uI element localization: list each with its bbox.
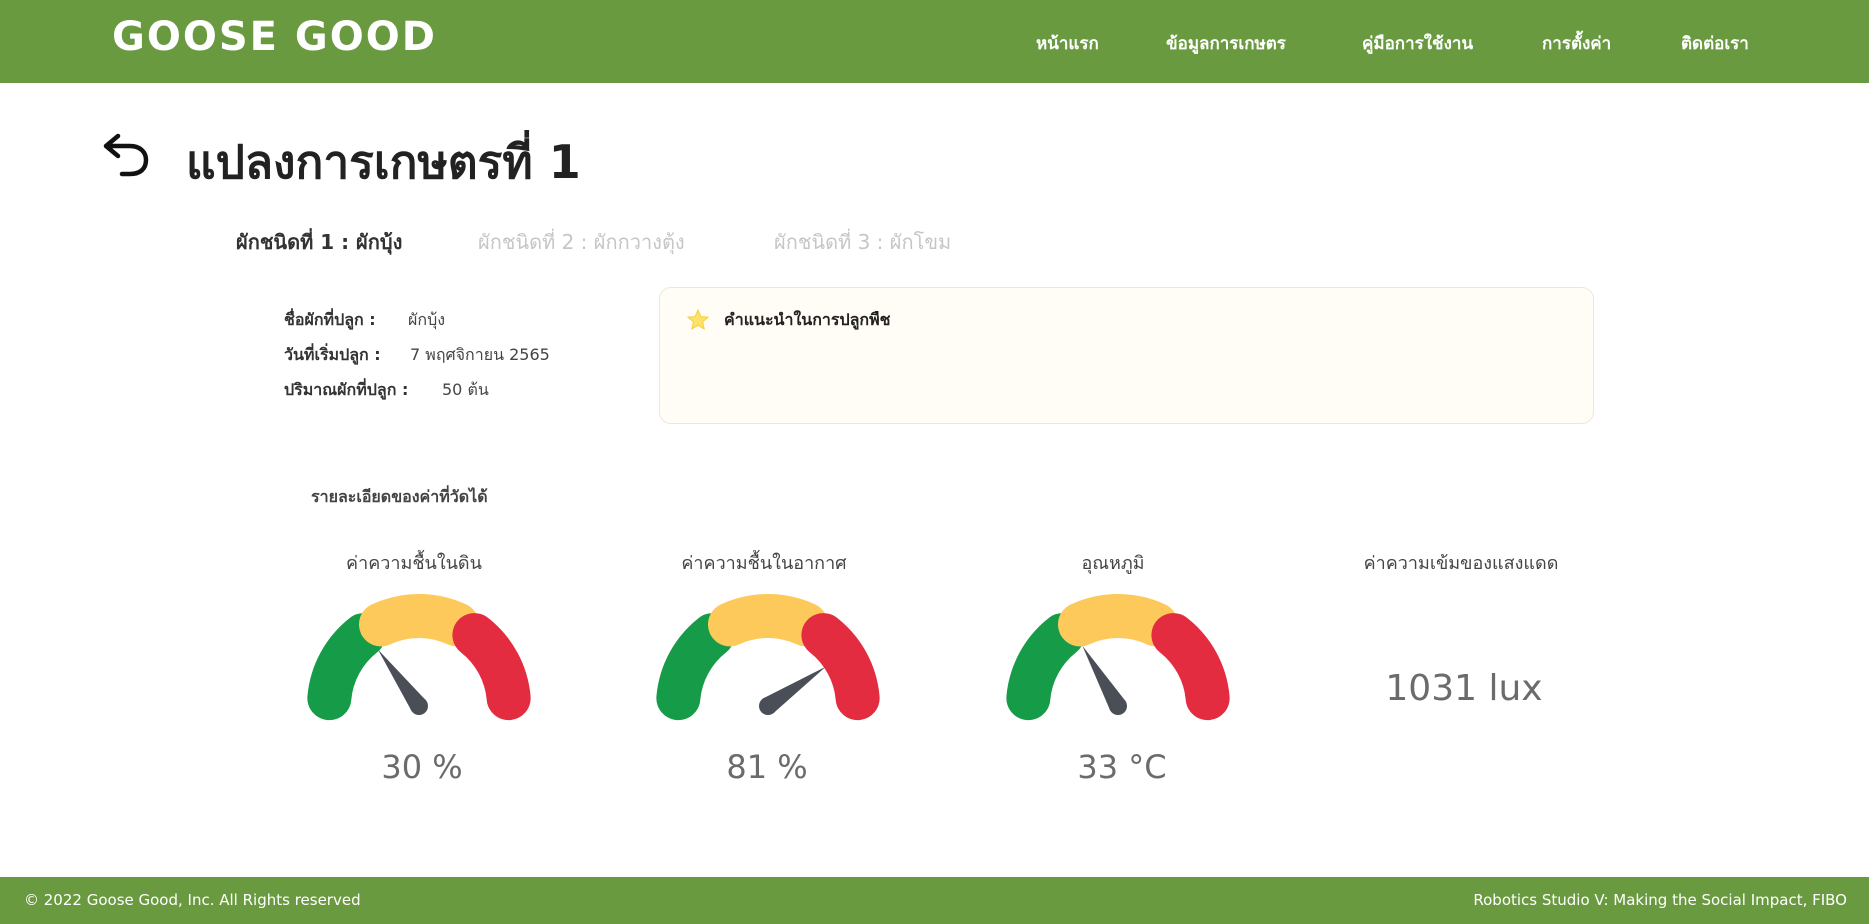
copyright-text: © 2022 Goose Good, Inc. All Rights reser… [24, 891, 361, 909]
soil-moisture-value: 30 % [381, 748, 463, 786]
plant-tabs: ผักชนิดที่ 1 : ผักบุ้ง ผักชนิดที่ 2 : ผั… [0, 226, 1869, 256]
soil-moisture-label: ค่าความชื้นในดิน [346, 553, 482, 574]
star-icon [686, 308, 710, 331]
temperature-gauge [1006, 594, 1230, 721]
temperature-label: อุณหภูมิ [1081, 553, 1145, 574]
tab-plant-1[interactable]: ผักชนิดที่ 1 : ผักบุ้ง [236, 226, 402, 258]
gauge-needle-hub [1109, 697, 1127, 715]
nav-home[interactable]: หน้าแรก [1036, 30, 1099, 57]
page-title: แปลงการเกษตรที่ 1 [186, 135, 581, 189]
gauge-low-segment [656, 613, 735, 721]
info-row-date: วันที่เริ่มปลูก : 7 พฤศจิกายน 2565 [284, 343, 550, 378]
plant-qty-label: ปริมาณผักที่ปลูก : [284, 380, 409, 399]
gauge-mid-segment [1057, 594, 1179, 647]
gauge-high-segment [1151, 613, 1230, 721]
light-intensity-label: ค่าความเข้มของแสงแดด [1363, 553, 1559, 574]
plant-name-value: ผักบุ้ง [408, 310, 446, 329]
air-humidity-value: 81 % [726, 748, 808, 786]
footer: © 2022 Goose Good, Inc. All Rights reser… [0, 877, 1869, 924]
advice-box: คำแนะนำในการปลูกพืช [659, 287, 1594, 424]
soil-moisture-gauge [307, 594, 531, 721]
gauge-needle-hub [410, 697, 428, 715]
tab-plant-2[interactable]: ผักชนิดที่ 2 : ผักกวางตุ้ง [478, 226, 685, 258]
gauge-mid-segment [358, 594, 480, 647]
nav-contact[interactable]: ติดต่อเรา [1681, 30, 1749, 57]
measurements-title: รายละเอียดของค่าที่วัดได้ [311, 487, 488, 506]
top-navbar: GOOSE GOOD หน้าแรก ข้อมูลการเกษตร คู่มือ… [0, 0, 1869, 83]
info-row-name: ชื่อผักที่ปลูก : ผักบุ้ง [284, 308, 445, 343]
plant-info: ชื่อผักที่ปลูก : ผักบุ้ง วันที่เริ่มปลูก… [284, 308, 550, 413]
air-humidity-label: ค่าความชื้นในอากาศ [681, 553, 847, 574]
gauge-low-segment [1006, 613, 1085, 721]
main-nav: หน้าแรก ข้อมูลการเกษตร คู่มือการใช้งาน ก… [0, 30, 1869, 60]
plant-date-label: วันที่เริ่มปลูก : [284, 345, 381, 364]
advice-title: คำแนะนำในการปลูกพืช [724, 310, 891, 329]
tab-plant-3[interactable]: ผักชนิดที่ 3 : ผักโขม [774, 226, 951, 258]
gauge-needle-hub [759, 697, 777, 715]
undo-arrow-icon[interactable] [100, 132, 152, 184]
credit-text: Robotics Studio V: Making the Social Imp… [1473, 891, 1847, 909]
nav-settings[interactable]: การตั้งค่า [1542, 30, 1611, 57]
temperature-value: 33 °C [1077, 748, 1167, 786]
gauge-mid-segment [707, 594, 829, 647]
plant-date-value: 7 พฤศจิกายน 2565 [410, 345, 550, 364]
info-row-qty: ปริมาณผักที่ปลูก : 50 ต้น [284, 378, 489, 413]
gauge-high-segment [801, 613, 880, 721]
plant-name-label: ชื่อผักที่ปลูก : [284, 310, 376, 329]
air-humidity-gauge [656, 594, 880, 721]
plant-qty-value: 50 ต้น [442, 380, 489, 399]
gauge-high-segment [452, 613, 531, 721]
nav-farm-data[interactable]: ข้อมูลการเกษตร [1166, 30, 1286, 57]
gauge-low-segment [307, 613, 386, 721]
light-intensity-value: 1031 lux [1385, 668, 1543, 709]
nav-user-guide[interactable]: คู่มือการใช้งาน [1362, 30, 1473, 57]
